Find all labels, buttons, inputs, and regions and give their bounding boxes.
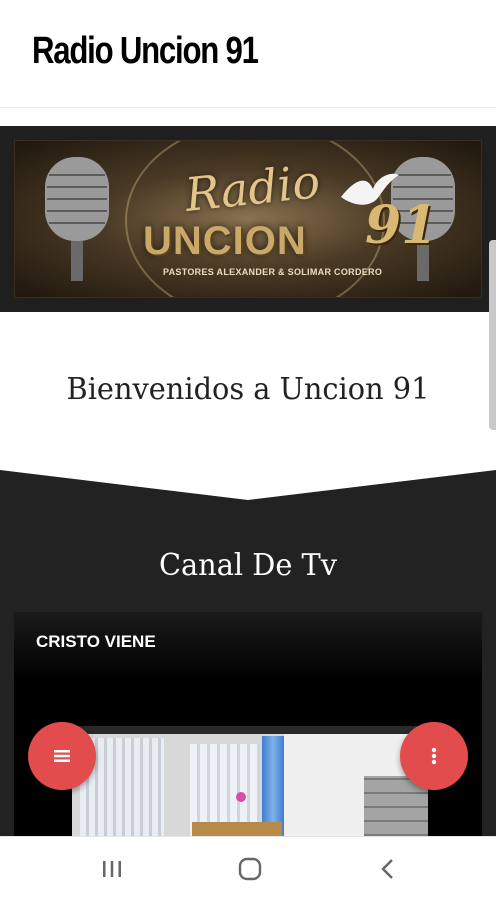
video-player[interactable] bbox=[72, 726, 428, 836]
video-card[interactable]: CRISTO VIENE bbox=[14, 612, 482, 836]
section-title: Canal De Tv bbox=[158, 548, 338, 583]
home-button[interactable] bbox=[228, 851, 272, 887]
video-frame-shadow bbox=[72, 726, 428, 734]
video-title: CRISTO VIENE bbox=[36, 632, 156, 651]
banner-subtitle: PASTORES ALEXANDER & SOLIMAR CORDERO bbox=[163, 267, 383, 277]
banner-section: Radio UNCION 91 PASTORES ALEXANDER & SOL… bbox=[0, 126, 496, 312]
microphone-left-icon bbox=[45, 157, 109, 281]
banner-image: Radio UNCION 91 PASTORES ALEXANDER & SOL… bbox=[14, 140, 482, 298]
system-navigation-bar bbox=[0, 836, 496, 900]
menu-icon bbox=[54, 750, 70, 762]
more-fab-button[interactable] bbox=[400, 722, 468, 790]
video-flower bbox=[236, 792, 246, 802]
back-button[interactable] bbox=[366, 851, 410, 887]
welcome-heading: Bienvenidos a Uncion 91 bbox=[66, 372, 430, 407]
app-header: Radio Uncion 91 bbox=[0, 0, 496, 108]
more-vertical-icon bbox=[431, 747, 437, 765]
home-icon bbox=[238, 857, 262, 881]
back-icon bbox=[381, 859, 393, 879]
recent-apps-icon bbox=[103, 861, 121, 877]
video-curtain-blue bbox=[262, 736, 284, 836]
banner-number-text: 91 bbox=[365, 195, 438, 256]
video-table bbox=[192, 822, 282, 836]
app-title: Radio Uncion 91 bbox=[32, 30, 259, 72]
scroll-indicator[interactable] bbox=[489, 240, 496, 430]
recent-apps-button[interactable] bbox=[90, 851, 134, 887]
banner-brand-text: UNCION bbox=[143, 219, 307, 263]
menu-fab-button[interactable] bbox=[28, 722, 96, 790]
